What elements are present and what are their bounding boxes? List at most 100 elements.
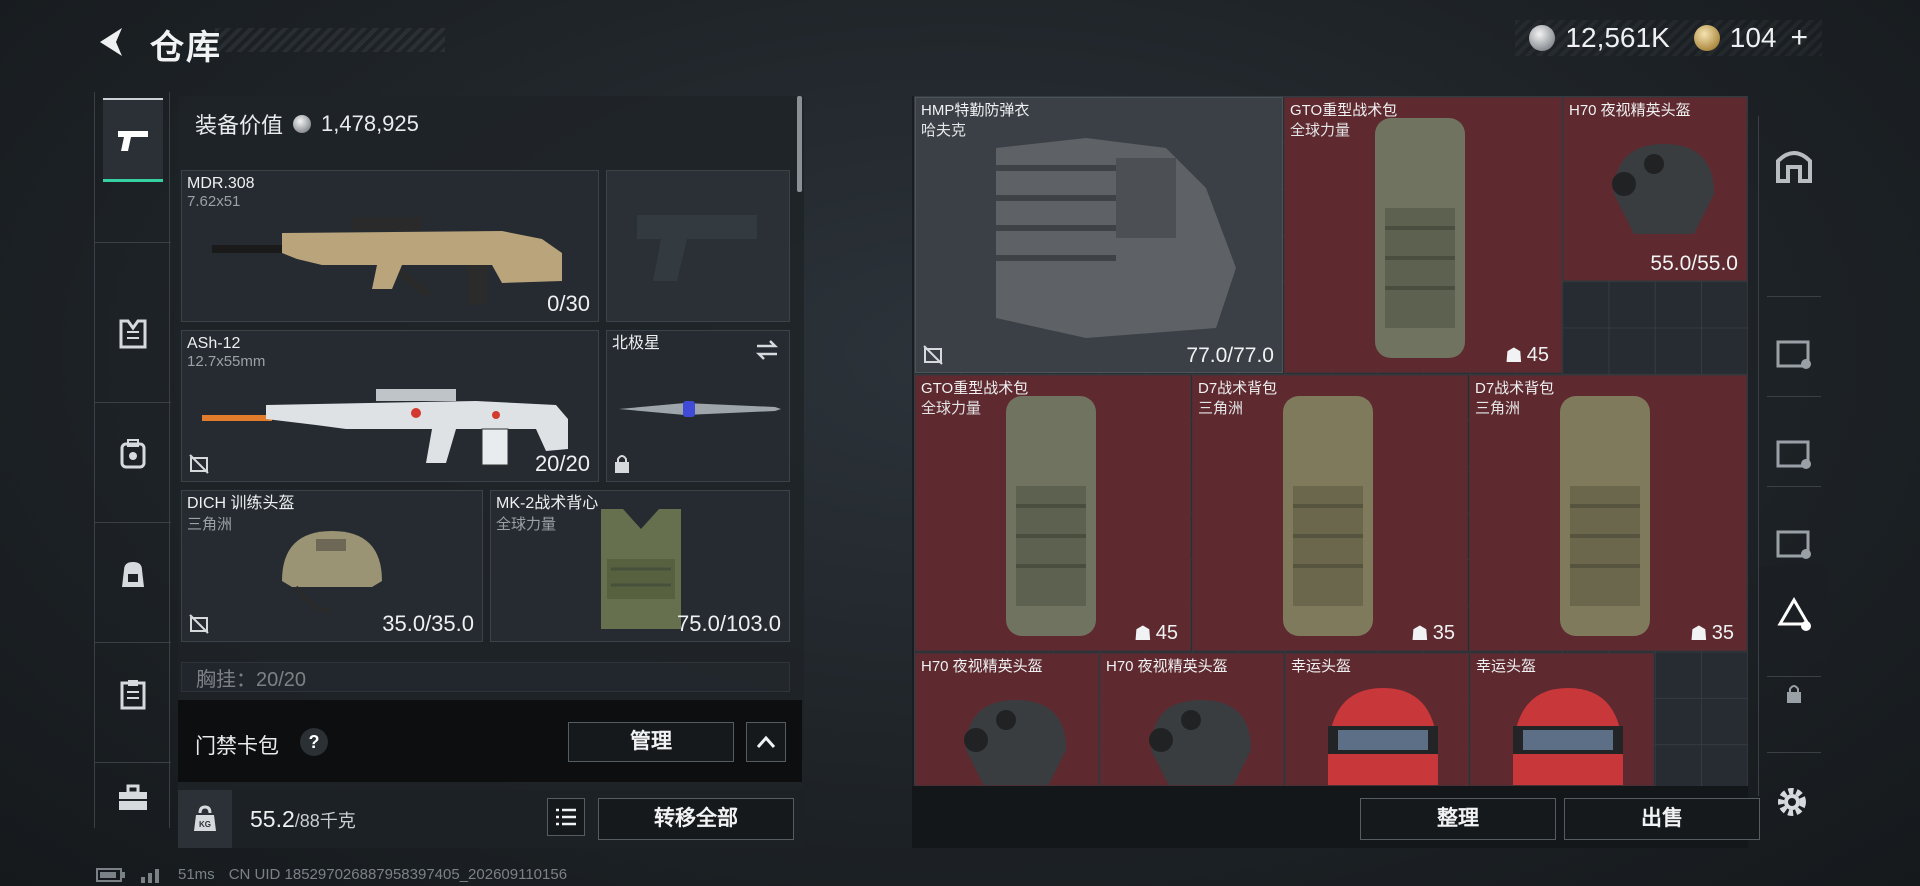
stash-item[interactable]: 幸运头盔	[1470, 653, 1654, 786]
item-origin: 全球力量	[1290, 122, 1351, 139]
slot-item-name: MDR.308	[187, 175, 255, 192]
tab-toolbox[interactable]	[103, 756, 163, 840]
transfer-all-button[interactable]: 转移全部	[598, 798, 794, 840]
category-rail	[94, 92, 171, 828]
item-name: 幸运头盔	[1291, 658, 1352, 675]
slot-item-name: DICH 训练头盔	[187, 495, 295, 512]
nvg-helmet-image	[1612, 144, 1714, 234]
ammo-count: 0/30	[547, 291, 590, 316]
capacity-icon: ☗	[1689, 623, 1708, 645]
stash-page-rail	[1758, 116, 1829, 796]
melee-slot[interactable]: 北极星	[606, 330, 790, 482]
add-currency-button[interactable]: +	[1790, 21, 1808, 55]
equip-value-amount: 1,478,925	[321, 111, 419, 136]
slot-item-origin: 全球力量	[496, 516, 557, 533]
item-origin: 全球力量	[921, 400, 982, 417]
carry-weight: 55.2/88千克	[250, 806, 356, 833]
lucky-helmet-image	[1513, 688, 1623, 785]
clipboard-icon	[120, 680, 146, 710]
keycard-label: 门禁卡包	[195, 735, 279, 758]
durability-value: 75.0/103.0	[677, 611, 781, 636]
tab-armor[interactable]	[103, 292, 163, 376]
backpack-image	[1375, 118, 1465, 358]
item-origin: 哈夫克	[921, 122, 967, 139]
kettlebell-icon: KG	[194, 805, 216, 831]
slot-item-name: ASh-12	[187, 335, 241, 352]
carry-weight-value: 55.2	[250, 806, 295, 832]
ammo-count: 20/20	[534, 451, 590, 476]
gear-icon	[1778, 788, 1806, 816]
helmet-slot[interactable]: DICH 训练头盔 三角洲 35.0/35.0	[181, 490, 483, 642]
sidearm-slot[interactable]	[606, 170, 790, 322]
stash-item[interactable]: H70 夜视精英头盔	[1100, 653, 1284, 786]
item-origin: 三角洲	[1198, 400, 1244, 417]
storage-expansion-icon	[1776, 530, 1811, 559]
storage-expansion-icon	[1777, 597, 1811, 631]
stash-item[interactable]: H70 夜视精英头盔	[915, 653, 1099, 786]
equipment-value: 装备价值 1,478,925	[195, 108, 419, 140]
stash-item[interactable]: GTO重型战术包 全球力量 ☗ 45	[915, 375, 1191, 651]
battery-icon	[96, 867, 125, 882]
toolbox-icon	[119, 784, 147, 810]
chest-rig-label: 胸挂：20/20	[196, 669, 307, 691]
back-button[interactable]	[92, 22, 132, 62]
primary-weapon-slot[interactable]: MDR.308 7.62x51 0/30	[181, 170, 599, 322]
helmet-image	[282, 531, 382, 613]
backpack-icon	[120, 439, 146, 469]
item-name: 幸运头盔	[1476, 658, 1537, 675]
status-bar: 51ms CN UID 185297026887958397405_202609…	[96, 866, 567, 883]
equip-value-label: 装备价值	[195, 113, 284, 138]
stash-tab-iv-active[interactable]	[1759, 566, 1829, 662]
chevron-up-icon	[756, 735, 776, 748]
gold-coin-icon	[1693, 25, 1720, 51]
list-view-button[interactable]	[547, 798, 585, 836]
weight-icon-box: KG	[178, 790, 232, 848]
stash-item[interactable]: HMP特勤防弹衣 哈夫克 77.0/77.0	[915, 97, 1283, 373]
lock-icon	[615, 455, 629, 473]
stash-home-icon	[1776, 151, 1812, 183]
tab-bag[interactable]	[103, 532, 163, 616]
loadout-scrollbar[interactable]	[797, 96, 802, 192]
stash-item[interactable]: H70 夜视精英头盔 55.0/55.0	[1563, 97, 1747, 281]
capacity-icon: ☗	[1133, 623, 1152, 645]
nvg-helmet-image	[1149, 700, 1251, 785]
tab-weapons[interactable]	[103, 98, 163, 182]
pistol-placeholder-icon	[637, 215, 757, 281]
stash-item[interactable]: D7战术背包 三角洲 ☗ 35	[1192, 375, 1468, 651]
backpack-image	[1560, 396, 1650, 636]
backpack-image	[1006, 396, 1096, 636]
tab-clipboard[interactable]	[103, 652, 163, 736]
sort-button[interactable]: 整理	[1360, 798, 1556, 840]
bag-icon	[122, 562, 144, 587]
carry-weight-max: /88千克	[294, 811, 356, 831]
item-capacity: ☗ 45	[1133, 622, 1178, 645]
capacity-icon: ☗	[1504, 345, 1523, 367]
no-insure-icon	[189, 454, 209, 474]
item-capacity: ☗ 35	[1689, 622, 1734, 645]
item-capacity: ☗ 35	[1410, 622, 1455, 645]
tab-backpack[interactable]	[103, 412, 163, 496]
stash-item[interactable]: 幸运头盔	[1285, 653, 1469, 786]
svg-text:KG: KG	[199, 820, 211, 829]
stash-item[interactable]: D7战术背包 三角洲 ☗ 35	[1469, 375, 1747, 651]
sell-button[interactable]: 出售	[1564, 798, 1760, 840]
settings-button[interactable]	[1772, 782, 1812, 822]
stash-tab-gti[interactable]	[1759, 306, 1829, 402]
stash-tab-home[interactable]	[1759, 116, 1829, 212]
secondary-weapon-slot[interactable]: ASh-12 12.7x55mm 20/20	[181, 330, 599, 482]
silver-coin-icon	[1529, 25, 1556, 51]
list-icon	[556, 808, 576, 826]
swap-icon[interactable]	[753, 339, 781, 361]
collapse-button[interactable]	[746, 722, 786, 762]
no-insure-icon	[923, 345, 943, 365]
armor-slot[interactable]: MK-2战术背心 全球力量 75.0/103.0	[490, 490, 790, 642]
back-arrow-icon	[100, 28, 122, 56]
stash-tab-v[interactable]	[1759, 406, 1829, 502]
stash-tab-locked[interactable]	[1759, 664, 1829, 724]
lock-icon	[1787, 685, 1801, 703]
chest-rig-slot[interactable]: 胸挂：20/20	[181, 662, 790, 692]
stash-item[interactable]: GTO重型战术包 全球力量 ☗ 45	[1284, 97, 1562, 373]
storage-expansion-icon	[1776, 340, 1811, 369]
help-button[interactable]: ?	[300, 728, 328, 756]
manage-button[interactable]: 管理	[568, 722, 734, 762]
